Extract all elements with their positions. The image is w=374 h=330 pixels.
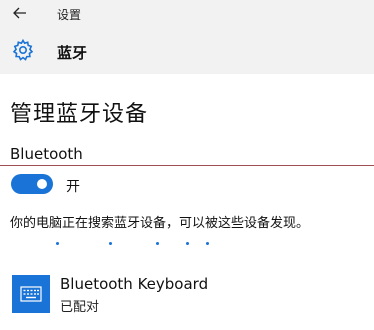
- device-status: 已配对: [60, 300, 100, 315]
- back-button[interactable]: [10, 3, 30, 23]
- device-name: Bluetooth Keyboard: [60, 275, 209, 293]
- toggle-knob: [37, 179, 47, 189]
- back-arrow-icon: [13, 7, 26, 19]
- progress-dot: [109, 242, 112, 245]
- window-title: 设置: [57, 8, 82, 22]
- keyboard-icon: [12, 275, 50, 313]
- header-title: 蓝牙: [57, 44, 88, 62]
- page-title: 管理蓝牙设备: [10, 102, 149, 127]
- progress-dot: [206, 242, 209, 245]
- bluetooth-toggle[interactable]: [11, 174, 53, 194]
- bluetooth-section-label: Bluetooth: [10, 145, 83, 163]
- search-status-text: 你的电脑正在搜索蓝牙设备，可以被这些设备发现。: [10, 216, 310, 231]
- gear-icon: [12, 38, 34, 61]
- divider: [0, 165, 374, 166]
- progress-dot: [156, 242, 159, 245]
- progress-dot: [56, 242, 59, 245]
- title-bar: 设置: [0, 0, 374, 28]
- device-item-bluetooth-keyboard[interactable]: Bluetooth Keyboard 已配对: [12, 274, 372, 318]
- toggle-state-label: 开: [66, 179, 80, 195]
- progress-dot: [186, 242, 189, 245]
